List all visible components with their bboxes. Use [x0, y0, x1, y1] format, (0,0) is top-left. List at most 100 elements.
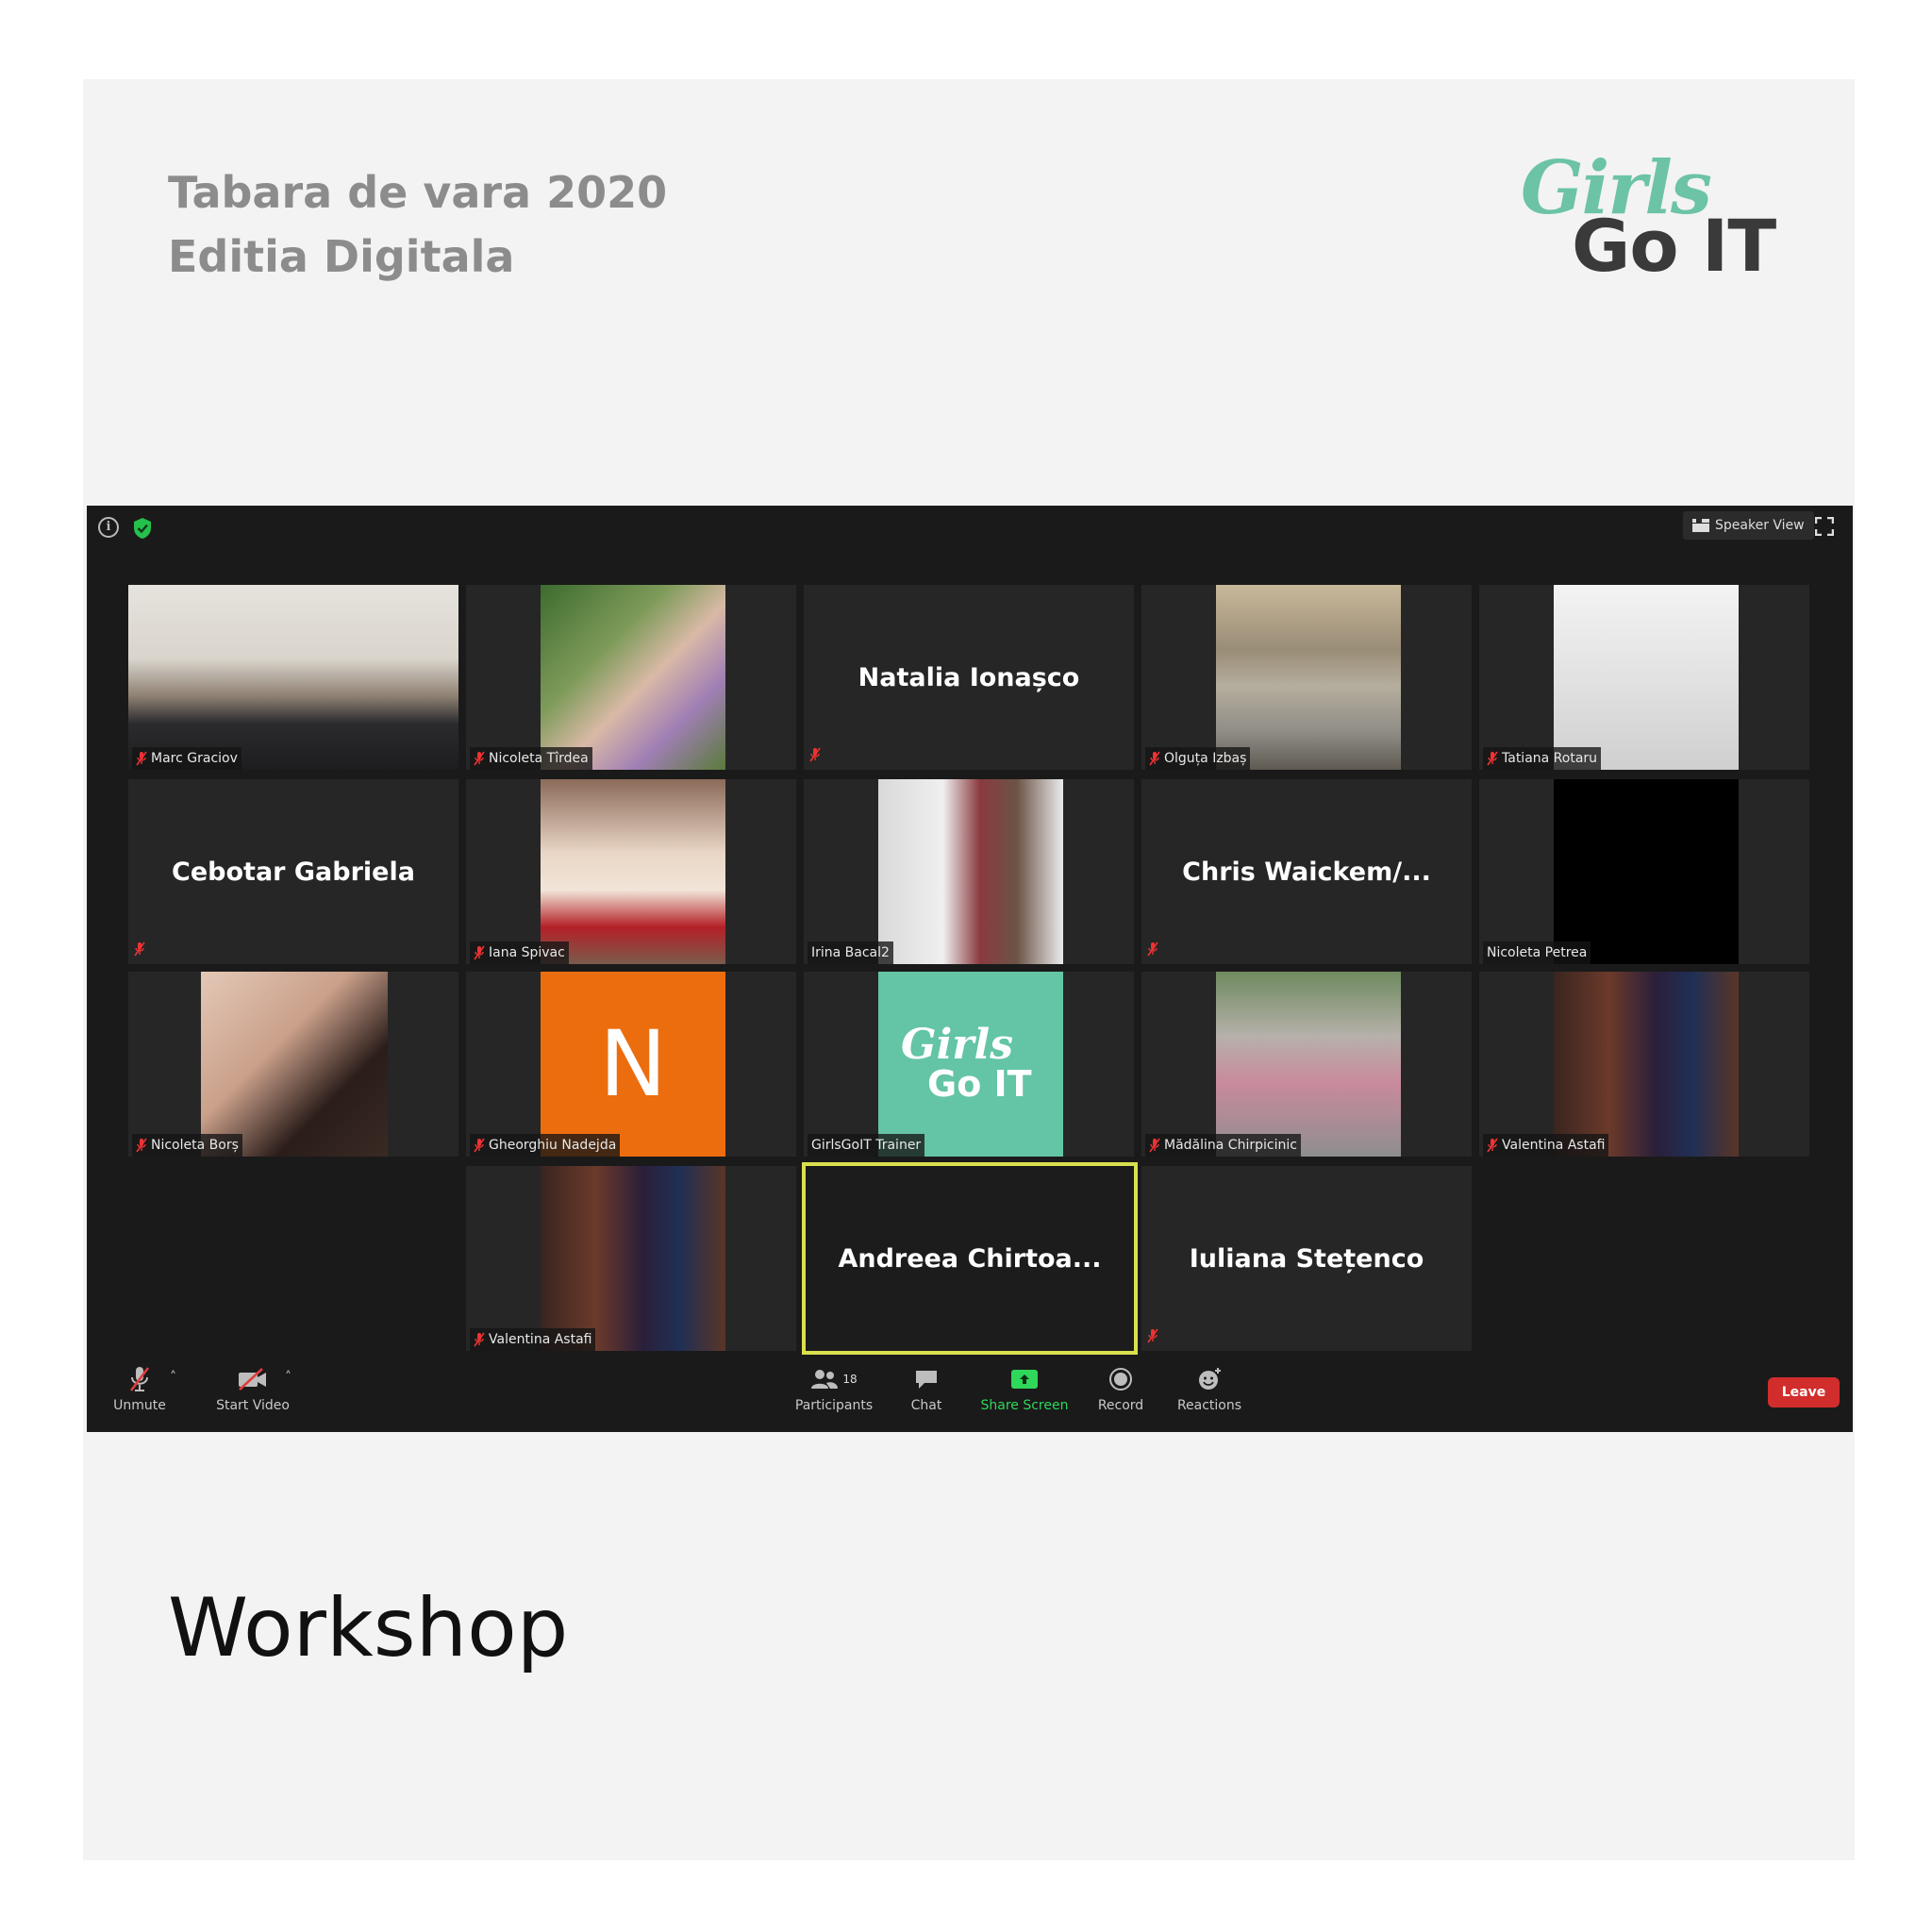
participant-tile[interactable]: Nicoleta Borș — [128, 972, 458, 1157]
title-line-1: Tabara de vara 2020 — [168, 167, 668, 218]
participant-name-label: Marc Graciov — [132, 747, 242, 770]
mic-muted-icon — [1149, 751, 1160, 766]
reactions-label: Reactions — [1176, 1398, 1242, 1413]
participant-name-label: Iana Spivac — [470, 941, 569, 964]
mic-muted-icon — [474, 945, 485, 960]
speaker-view-button[interactable]: Speaker View — [1683, 511, 1814, 540]
participant-mute-indicator — [1147, 1328, 1158, 1347]
participant-name: Valentina Astafi — [1502, 1138, 1606, 1153]
participant-video — [128, 585, 458, 770]
mic-muted-icon — [1149, 1138, 1160, 1153]
participants-icon — [811, 1370, 839, 1389]
participant-tile[interactable]: Mădălina Chirpicinic — [1141, 972, 1472, 1157]
participant-tile[interactable]: Iuliana Stețenco — [1141, 1166, 1472, 1351]
logo-goit-text: Go IT — [1572, 204, 1776, 288]
participant-tile[interactable]: Girls Go IT GirlsGoIT Trainer — [804, 972, 1134, 1157]
participant-display-name: Chris Waickem/... — [1182, 857, 1431, 887]
start-video-label: Start Video — [216, 1398, 290, 1413]
leave-button[interactable]: Leave — [1768, 1377, 1840, 1407]
participants-button[interactable]: 18 Participants — [785, 1360, 883, 1413]
participant-name-label: Mădălina Chirpicinic — [1145, 1134, 1301, 1157]
participants-count: 18 — [842, 1373, 858, 1386]
participant-display-name: Andreea Chirtoa... — [838, 1243, 1102, 1274]
participant-tile[interactable]: N Gheorghiu Nadejda — [466, 972, 796, 1157]
participant-name: Nicoleta Tîrdea — [489, 751, 589, 766]
active-speaker-tile[interactable]: Andreea Chirtoa... — [802, 1162, 1138, 1355]
participant-name-label: Olguța Izbaș — [1145, 747, 1251, 770]
zoom-meeting-window: i Speaker View Marc Graciov Nicoleta Tîr… — [87, 506, 1853, 1432]
start-video-button[interactable]: Start Video — [206, 1360, 300, 1413]
mic-muted-icon — [136, 751, 147, 766]
participant-video — [1554, 779, 1739, 964]
participant-name-label: Irina Bacal2 — [808, 941, 893, 964]
meeting-info-icon[interactable]: i — [98, 517, 119, 538]
participant-name: GirlsGoIT Trainer — [811, 1138, 922, 1153]
participant-name: Nicoleta Petrea — [1487, 945, 1588, 960]
meeting-topbar-left: i — [98, 517, 153, 540]
girlsgoit-mini-logo: Girls Go IT — [901, 1021, 1032, 1103]
participant-display-name: Natalia Ionașco — [858, 662, 1080, 692]
participant-tile[interactable]: Valentina Astafi — [466, 1166, 796, 1351]
participant-tile[interactable]: Chris Waickem/... — [1141, 779, 1472, 964]
participant-display-name: Cebotar Gabriela — [172, 857, 415, 887]
microphone-muted-icon — [129, 1367, 150, 1391]
participant-video — [541, 585, 725, 770]
share-screen-button[interactable]: Share Screen — [977, 1360, 1072, 1413]
girls-go-it-logo: Girls Go IT — [1521, 145, 1794, 288]
share-screen-icon — [1011, 1370, 1038, 1389]
participant-name-label: Valentina Astafi — [1483, 1134, 1609, 1157]
participant-video — [201, 972, 388, 1157]
participant-tile[interactable]: Cebotar Gabriela — [128, 779, 458, 964]
participant-avatar: Girls Go IT — [878, 972, 1063, 1157]
avatar-letter: N — [599, 1011, 667, 1117]
participant-tile[interactable]: Natalia Ionașco — [804, 585, 1134, 770]
fullscreen-icon[interactable] — [1815, 517, 1834, 536]
video-off-icon — [239, 1368, 266, 1391]
participant-name: Nicoleta Borș — [151, 1138, 239, 1153]
participant-tile[interactable]: Tatiana Rotaru — [1479, 585, 1809, 770]
participant-name-label: Gheorghiu Nadejda — [470, 1134, 621, 1157]
participant-name: Tatiana Rotaru — [1502, 751, 1598, 766]
speaker-view-label: Speaker View — [1715, 518, 1805, 533]
participant-tile[interactable]: Marc Graciov — [128, 585, 458, 770]
participant-name-label: Nicoleta Tîrdea — [470, 747, 592, 770]
video-options-chevron-icon[interactable]: ˄ — [285, 1370, 291, 1385]
audio-options-chevron-icon[interactable]: ˄ — [170, 1370, 176, 1385]
share-screen-label: Share Screen — [980, 1398, 1069, 1413]
participant-display-name: Iuliana Stețenco — [1189, 1243, 1424, 1274]
participant-mute-indicator — [134, 941, 145, 960]
participant-name: Marc Graciov — [151, 751, 238, 766]
participant-video — [1216, 585, 1401, 770]
participant-name-label: Tatiana Rotaru — [1483, 747, 1602, 770]
chat-button[interactable]: Chat — [898, 1360, 955, 1413]
mic-muted-icon — [136, 1138, 147, 1153]
participant-tile[interactable]: Nicoleta Tîrdea — [466, 585, 796, 770]
unmute-button[interactable]: Unmute — [106, 1360, 174, 1413]
mini-logo-girls: Girls — [901, 1021, 1013, 1069]
chat-icon — [916, 1371, 937, 1389]
participant-tile[interactable]: Iana Spivac — [466, 779, 796, 964]
participant-tile[interactable]: Olguța Izbaș — [1141, 585, 1472, 770]
participant-avatar: N — [541, 972, 725, 1157]
participant-tile[interactable]: Nicoleta Petrea — [1479, 779, 1809, 964]
participant-name: Mădălina Chirpicinic — [1164, 1138, 1297, 1153]
participant-mute-indicator — [809, 747, 821, 766]
mic-muted-icon — [1147, 1328, 1158, 1343]
post-title: Tabara de vara 2020 Editia Digitala — [168, 160, 667, 289]
participant-video — [541, 1166, 725, 1351]
caption-workshop: Workshop — [168, 1581, 569, 1675]
participant-name: Gheorghiu Nadejda — [489, 1138, 617, 1153]
participant-tile[interactable]: Irina Bacal2 — [804, 779, 1134, 964]
reactions-button[interactable]: Reactions — [1172, 1360, 1247, 1413]
reactions-smiley-icon — [1199, 1368, 1221, 1390]
record-button[interactable]: Record — [1092, 1360, 1149, 1413]
chat-label: Chat — [910, 1398, 942, 1413]
mic-muted-icon — [1487, 1138, 1498, 1153]
encryption-shield-icon[interactable] — [132, 517, 153, 540]
mic-muted-icon — [809, 747, 821, 762]
participant-name: Olguța Izbaș — [1164, 751, 1247, 766]
participant-tile[interactable]: Valentina Astafi — [1479, 972, 1809, 1157]
participants-label: Participants — [794, 1398, 874, 1413]
participant-name: Iana Spivac — [489, 945, 565, 960]
participant-video — [1216, 972, 1401, 1157]
